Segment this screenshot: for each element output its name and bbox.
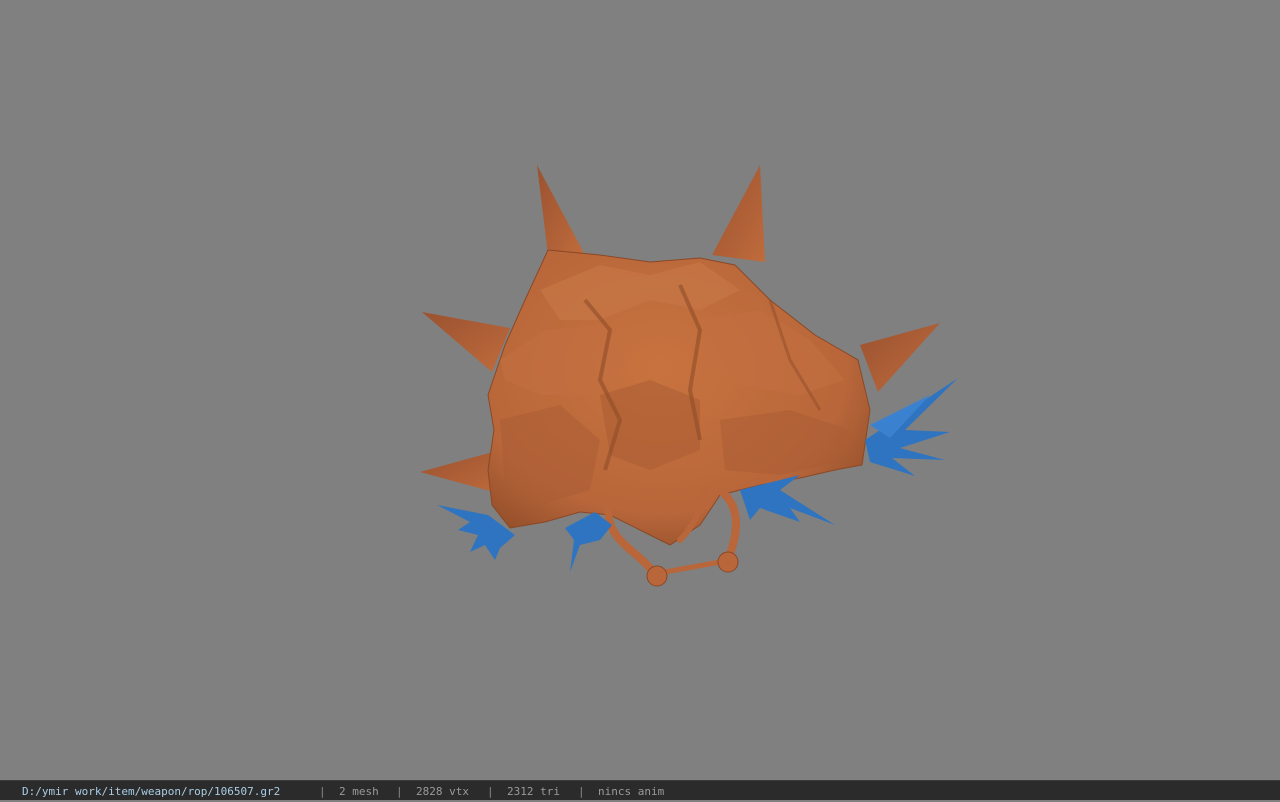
animation-status: nincs anim xyxy=(598,785,665,798)
vertex-count: 2828 vtx xyxy=(416,785,469,798)
spike-top-left xyxy=(537,165,585,255)
feather-center-left xyxy=(565,512,612,572)
weapon-model[interactable] xyxy=(0,0,1280,780)
file-path: D:/ymir work/item/weapon/rop/106507.gr2 xyxy=(22,785,281,798)
3d-viewport[interactable] xyxy=(0,0,1280,780)
spike-left xyxy=(422,312,510,372)
feather-right xyxy=(865,378,958,476)
triangle-count: 2312 tri xyxy=(507,785,560,798)
separator: | xyxy=(578,785,585,798)
spike-right xyxy=(860,323,940,392)
separator: | xyxy=(487,785,494,798)
mesh-count: 2 mesh xyxy=(339,785,379,798)
separator: | xyxy=(319,785,326,798)
status-bar: D:/ymir work/item/weapon/rop/106507.gr2 … xyxy=(0,780,1280,800)
spike-top-right xyxy=(712,165,765,262)
model-body xyxy=(487,249,871,546)
separator: | xyxy=(396,785,403,798)
